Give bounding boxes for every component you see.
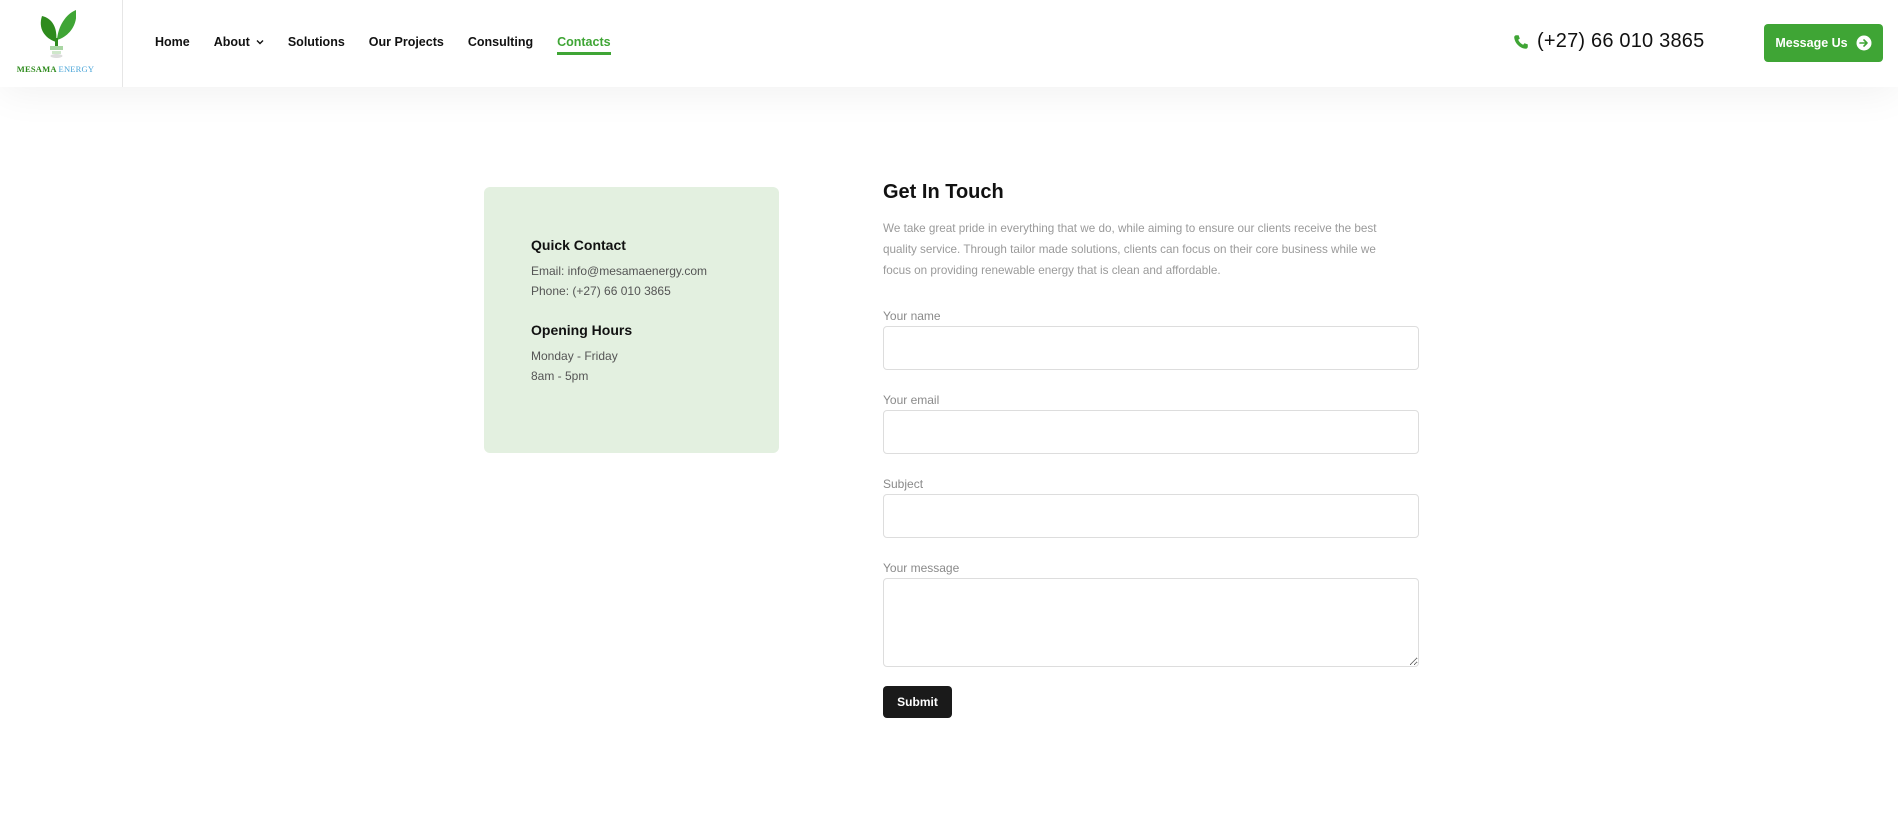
site-header: MESAMA ENERGY Home About Solutions Our P… bbox=[0, 0, 1898, 87]
nav-item-contacts[interactable]: Contacts bbox=[557, 34, 612, 55]
leaf-logo-icon bbox=[40, 10, 76, 58]
nav-item-solutions[interactable]: Solutions bbox=[288, 34, 345, 50]
nav-item-consulting[interactable]: Consulting bbox=[468, 34, 533, 50]
contact-phone[interactable]: Phone: (+27) 66 010 3865 bbox=[531, 284, 671, 298]
form-title: Get In Touch bbox=[883, 181, 1004, 203]
chevron-down-icon bbox=[256, 40, 264, 45]
hours-days: Monday - Friday bbox=[531, 349, 618, 363]
nav-item-about-label: About bbox=[213, 35, 250, 49]
name-label: Your name bbox=[883, 309, 941, 323]
nav-item-home[interactable]: Home bbox=[155, 34, 190, 50]
form-description-line: focus on providing renewable energy that… bbox=[883, 264, 1221, 277]
subject-label: Subject bbox=[883, 477, 924, 491]
name-input[interactable] bbox=[883, 326, 1419, 370]
message-us-label: Message Us bbox=[1775, 36, 1848, 50]
logo[interactable]: MESAMA ENERGY bbox=[0, 0, 123, 87]
nav-item-about[interactable]: About bbox=[214, 34, 264, 50]
nav-item-our-projects[interactable]: Our Projects bbox=[369, 34, 444, 50]
message-textarea[interactable] bbox=[883, 578, 1419, 667]
subject-input[interactable] bbox=[883, 494, 1419, 538]
main-nav: Home About Solutions Our Projects Consul… bbox=[155, 34, 635, 55]
logo-word-1: MESAMA bbox=[16, 64, 57, 74]
contact-info-card: Quick Contact Email: info@mesamaenergy.c… bbox=[484, 187, 779, 453]
message-label: Your message bbox=[883, 561, 960, 575]
arrow-right-circle-icon bbox=[1856, 35, 1872, 51]
phone-icon bbox=[1514, 34, 1528, 49]
header-phone[interactable]: (+27) 66 010 3865 bbox=[1513, 30, 1704, 53]
contact-email[interactable]: Email: info@mesamaenergy.com bbox=[531, 264, 707, 278]
form-description: We take great pride in everything that w… bbox=[883, 218, 1413, 281]
email-label: Your email bbox=[883, 393, 940, 407]
email-input[interactable] bbox=[883, 410, 1419, 454]
message-us-button[interactable]: Message Us bbox=[1764, 24, 1883, 62]
header-phone-number: (+27) 66 010 3865 bbox=[1537, 30, 1705, 52]
logo-word-2: ENERGY bbox=[58, 64, 95, 74]
logo-text: MESAMA ENERGY bbox=[0, 64, 111, 74]
quick-contact-title: Quick Contact bbox=[531, 237, 626, 253]
form-description-line: We take great pride in everything that w… bbox=[883, 222, 1377, 235]
form-description-line: quality service. Through tailor made sol… bbox=[883, 243, 1376, 256]
hours-time: 8am - 5pm bbox=[531, 369, 589, 383]
submit-button[interactable]: Submit bbox=[883, 686, 952, 718]
opening-hours-title: Opening Hours bbox=[531, 322, 633, 338]
